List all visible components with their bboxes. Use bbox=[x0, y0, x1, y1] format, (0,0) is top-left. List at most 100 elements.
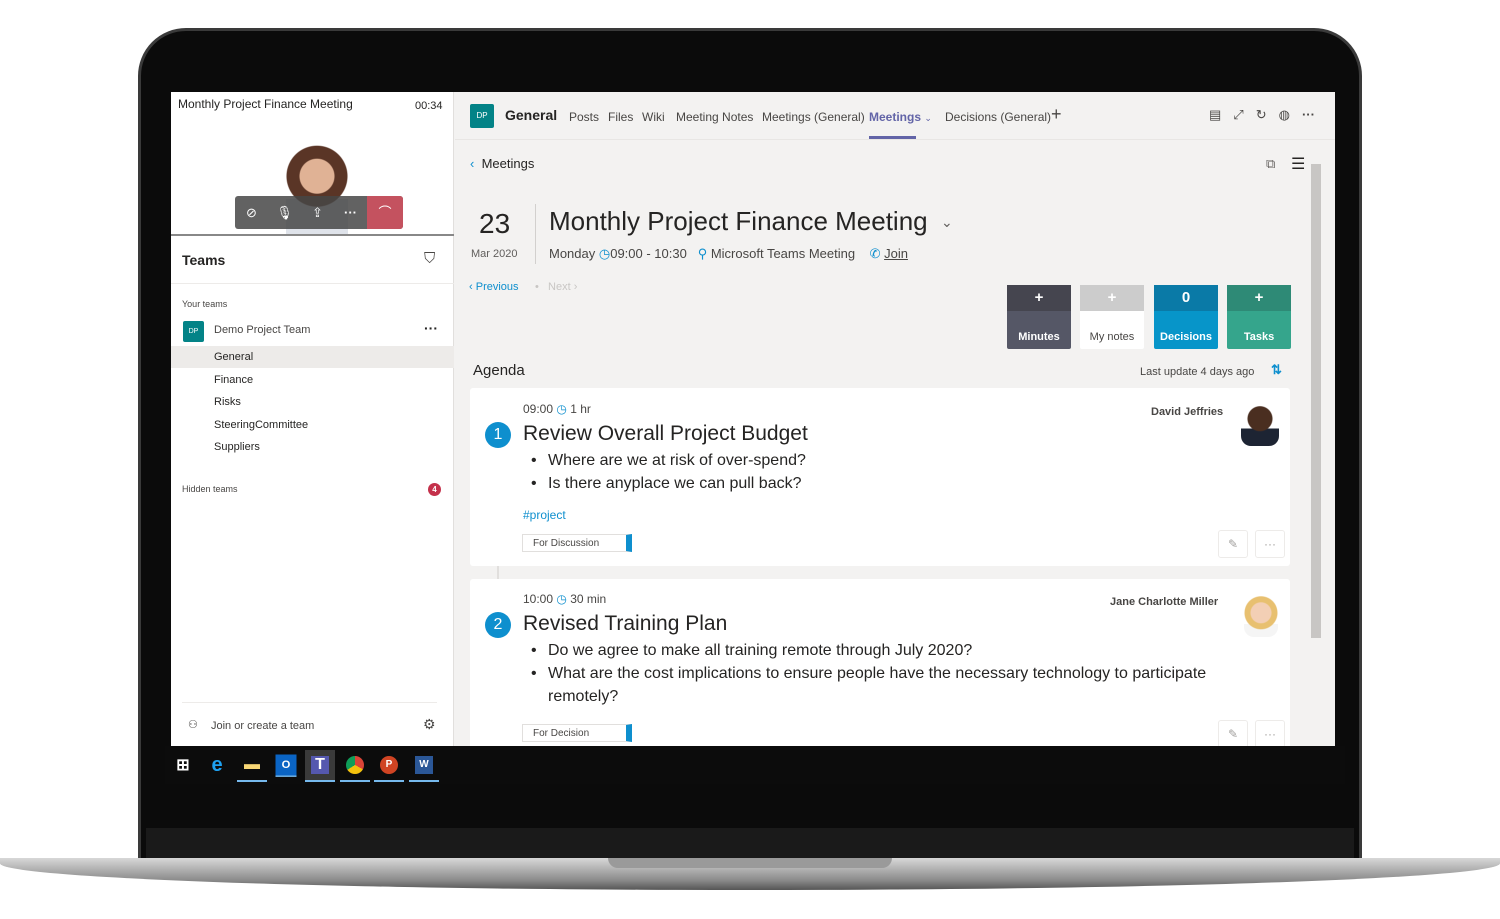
previous-link[interactable]: ‹ Previous bbox=[469, 281, 519, 293]
item-tag: For Discussion bbox=[522, 534, 632, 552]
sort-order-icon[interactable]: ⇅ bbox=[1271, 362, 1282, 378]
team-avatar: DP bbox=[183, 321, 204, 342]
hang-up-icon[interactable]: ⌒ bbox=[367, 196, 403, 229]
tasks-label: Tasks bbox=[1243, 331, 1275, 343]
tab-files[interactable]: Files bbox=[608, 110, 633, 124]
item-more-icon[interactable]: ··· bbox=[1255, 720, 1285, 746]
teams-window: Monthly Project Finance Meeting 00:34 ⊘ … bbox=[171, 92, 1335, 746]
my-notes-plus: + bbox=[1080, 285, 1144, 311]
decisions-tile[interactable]: 0 Decisions bbox=[1154, 285, 1218, 349]
item-title: Revised Training Plan bbox=[523, 612, 728, 635]
item-more-icon[interactable]: ··· bbox=[1255, 530, 1285, 558]
agenda-item[interactable]: 09:00 ◷ 1 hr 1 Review Overall Project Bu… bbox=[470, 388, 1290, 566]
bullet-item: Is there anyplace we can pull back? bbox=[531, 472, 806, 495]
channel-risks[interactable]: Risks bbox=[214, 396, 241, 408]
settings-gear-icon[interactable]: ⚙ bbox=[423, 716, 436, 733]
windows-start-icon[interactable]: ⊞ bbox=[168, 750, 198, 780]
last-update: Last update 4 days ago bbox=[1140, 366, 1255, 378]
agenda-heading: Agenda bbox=[473, 362, 525, 379]
decisions-label: Decisions bbox=[1160, 331, 1212, 343]
item-tag: For Decision bbox=[522, 724, 632, 742]
chrome-icon[interactable] bbox=[340, 750, 370, 782]
channel-header: DP General Posts Files Wiki Meeting Note… bbox=[455, 92, 1335, 140]
meeting-month: Mar 2020 bbox=[471, 248, 518, 260]
laptop-chin bbox=[146, 828, 1354, 860]
tab-decisions-general[interactable]: Decisions (General) bbox=[945, 110, 1051, 124]
microphone-icon[interactable]: 🎙 bbox=[268, 205, 301, 221]
edit-pencil-icon[interactable]: ✎ bbox=[1218, 530, 1248, 558]
chevron-down-icon: ⌄ bbox=[924, 113, 932, 123]
minutes-tile[interactable]: + Minutes bbox=[1007, 285, 1071, 349]
channel-finance[interactable]: Finance bbox=[214, 374, 253, 386]
team-more-icon[interactable]: ··· bbox=[424, 320, 438, 336]
expand-icon[interactable]: ⤢ bbox=[1233, 107, 1243, 123]
globe-icon[interactable]: ◍ bbox=[1279, 107, 1290, 123]
meeting-time: 09:00 - 10:30 bbox=[610, 246, 687, 261]
presenter-avatar bbox=[1241, 402, 1279, 446]
refresh-icon[interactable]: ↻ bbox=[1256, 107, 1267, 123]
tab-wiki[interactable]: Wiki bbox=[642, 110, 665, 124]
next-link[interactable]: • Next › bbox=[535, 281, 577, 293]
meeting-weekday: Monday bbox=[549, 246, 596, 261]
word-icon[interactable]: W bbox=[409, 750, 439, 782]
your-teams-label: Your teams bbox=[182, 299, 228, 309]
title-chevron-icon[interactable]: ⌄ bbox=[941, 214, 953, 231]
scrollbar[interactable] bbox=[1311, 164, 1321, 638]
hidden-teams-label[interactable]: Hidden teams bbox=[182, 484, 238, 494]
share-screen-icon[interactable]: ⇪ bbox=[301, 205, 334, 221]
team-row[interactable]: DP Demo Project Team ··· bbox=[171, 320, 454, 342]
tasks-tile[interactable]: + Tasks bbox=[1227, 285, 1291, 349]
item-duration: 1 hr bbox=[570, 402, 591, 416]
presenter-avatar bbox=[1244, 593, 1278, 637]
meeting-location: Microsoft Teams Meeting bbox=[710, 246, 856, 261]
tab-posts[interactable]: Posts bbox=[569, 110, 599, 124]
menu-icon[interactable]: ☰ bbox=[1291, 154, 1305, 174]
call-timer: 00:34 bbox=[415, 100, 443, 112]
channel-steering-committee[interactable]: SteeringCommittee bbox=[214, 419, 308, 431]
edit-pencil-icon[interactable]: ✎ bbox=[1218, 720, 1248, 746]
join-create-team[interactable]: Join or create a team bbox=[211, 720, 314, 732]
more-options-icon[interactable]: ··· bbox=[1302, 107, 1315, 123]
meeting-title: Monthly Project Finance Meeting bbox=[549, 206, 928, 236]
agenda-item[interactable]: 10:00 ◷ 30 min 2 Revised Training Plan J… bbox=[470, 579, 1290, 746]
channel-name: General bbox=[505, 107, 558, 123]
popout-icon[interactable]: ⧉ bbox=[1266, 156, 1275, 172]
join-link[interactable]: Join bbox=[884, 246, 908, 261]
channel-avatar: DP bbox=[470, 104, 494, 128]
laptop-notch bbox=[608, 858, 892, 868]
tasks-plus: + bbox=[1227, 285, 1291, 311]
next-label: Next bbox=[548, 281, 571, 293]
add-tab-button[interactable]: + bbox=[1051, 104, 1062, 125]
tab-meetings-general[interactable]: Meetings (General) bbox=[762, 110, 865, 124]
active-tab-indicator bbox=[869, 136, 916, 139]
bullet-item: Do we agree to make all training remote … bbox=[531, 639, 1248, 662]
camera-off-icon[interactable]: ⊘ bbox=[235, 205, 268, 221]
call-title: Monthly Project Finance Meeting bbox=[178, 97, 353, 111]
outlook-icon[interactable]: O bbox=[275, 754, 297, 777]
hashtag-link[interactable]: #project bbox=[523, 508, 566, 522]
edge-icon[interactable]: e bbox=[202, 750, 232, 780]
clock-icon: ◷ bbox=[556, 592, 567, 606]
conversation-icon[interactable]: ▤ bbox=[1209, 107, 1221, 123]
item-duration: 30 min bbox=[570, 592, 607, 606]
minutes-plus: + bbox=[1007, 285, 1071, 311]
my-notes-tile[interactable]: + My notes bbox=[1080, 285, 1144, 349]
filter-icon[interactable]: ⛉ bbox=[424, 250, 435, 267]
powerpoint-icon[interactable]: P bbox=[374, 750, 404, 782]
back-label: Meetings bbox=[481, 156, 535, 171]
more-icon[interactable]: ··· bbox=[334, 205, 367, 220]
tab-meeting-notes[interactable]: Meeting Notes bbox=[676, 110, 753, 124]
meeting-day: 23 bbox=[479, 208, 511, 239]
minutes-label: Minutes bbox=[1018, 331, 1060, 343]
decisions-count: 0 bbox=[1154, 285, 1218, 311]
clock-icon: ◷ bbox=[598, 246, 611, 261]
item-number: 1 bbox=[485, 422, 511, 448]
file-explorer-icon[interactable]: ▬ bbox=[237, 750, 267, 782]
teams-icon[interactable]: T bbox=[305, 750, 335, 782]
tab-meetings[interactable]: Meetings ⌄ bbox=[869, 110, 932, 124]
channel-suppliers[interactable]: Suppliers bbox=[214, 441, 260, 453]
phone-icon: ✆ bbox=[869, 246, 881, 261]
hidden-teams-badge: 4 bbox=[428, 483, 441, 496]
channel-general[interactable]: General bbox=[214, 351, 253, 363]
back-to-meetings[interactable]: ‹ Meetings bbox=[470, 156, 534, 171]
